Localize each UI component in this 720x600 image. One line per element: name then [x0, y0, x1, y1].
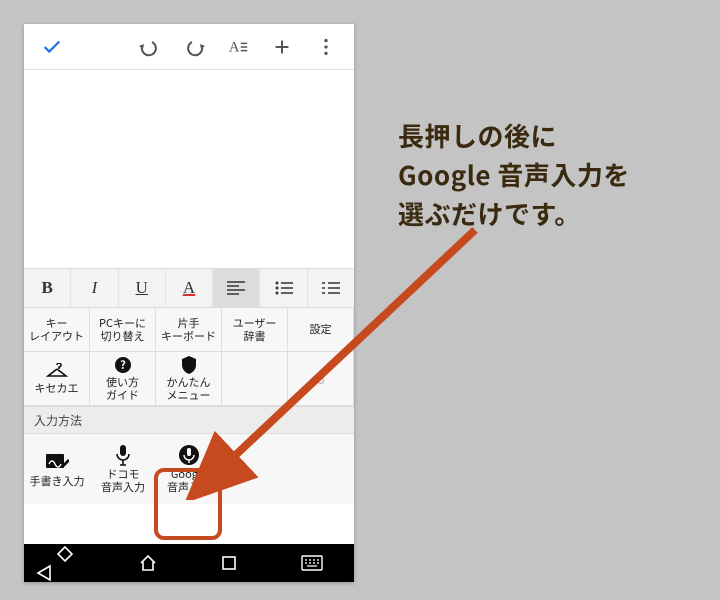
ime-panel: キー レイアウト PCキーに 切り替え 片手 キーボード ユーザー 辞書 設定 …: [24, 308, 354, 504]
text-format-button[interactable]: A: [218, 27, 258, 67]
ime-key-6[interactable]: 6: [288, 352, 354, 406]
ime-pc-key-switch[interactable]: PCキーに 切り替え: [90, 308, 156, 352]
ime-kisekae[interactable]: キセカエ: [24, 352, 90, 406]
app-bar: A: [24, 24, 354, 70]
mic-icon: [115, 444, 131, 466]
ime-key-blank-1[interactable]: [222, 352, 288, 406]
ime-section-header: 入力方法: [24, 406, 354, 434]
phone-frame: A B I U A キー レイアウト PCキーに 切り替え 片手 キーボード: [24, 24, 354, 582]
bold-button[interactable]: B: [24, 269, 71, 307]
redo-button[interactable]: [174, 27, 214, 67]
align-left-button[interactable]: [213, 269, 260, 307]
bullet-list-button[interactable]: [260, 269, 307, 307]
handwriting-icon: [45, 451, 69, 473]
ime-method-blank-2[interactable]: [288, 434, 354, 504]
ime-easy-menu[interactable]: かんたん メニュー: [156, 352, 222, 406]
nav-keyboard-button[interactable]: [301, 555, 323, 571]
ime-settings[interactable]: 設定: [288, 308, 354, 352]
mic-filled-icon: [178, 444, 200, 466]
format-toolbar: B I U A: [24, 268, 354, 308]
hanger-icon: [46, 362, 68, 380]
nav-home-button[interactable]: [138, 553, 158, 573]
overflow-menu-button[interactable]: [306, 27, 346, 67]
undo-button[interactable]: [130, 27, 170, 67]
nav-back-button[interactable]: [55, 544, 75, 582]
shield-icon: [181, 356, 197, 374]
add-button[interactable]: [262, 27, 302, 67]
document-area[interactable]: [24, 70, 354, 268]
ime-user-dict[interactable]: ユーザー 辞書: [222, 308, 288, 352]
ime-google-voice[interactable]: Google 音声入力: [156, 434, 222, 504]
ime-method-blank-1[interactable]: [222, 434, 288, 504]
ime-input-methods-row: 手書き入力 ドコモ 音声入力 Google 音声入力: [24, 434, 354, 504]
annotation-text: 長押しの後に Google 音声入力を 選ぶだけです。: [398, 116, 630, 233]
android-nav-bar: [24, 544, 354, 582]
annotation-line: 選ぶだけです。: [398, 194, 630, 233]
annotation-line: Google 音声入力を: [398, 155, 630, 194]
text-color-label: A: [183, 278, 195, 298]
svg-text:?: ?: [120, 357, 126, 373]
text-color-button[interactable]: A: [166, 269, 213, 307]
confirm-button[interactable]: [32, 27, 72, 67]
underline-button[interactable]: U: [119, 269, 166, 307]
ime-key-layout[interactable]: キー レイアウト: [24, 308, 90, 352]
svg-text:A: A: [229, 39, 240, 55]
numbered-list-button[interactable]: [308, 269, 354, 307]
nav-recent-button[interactable]: [220, 554, 238, 572]
ime-docomo-voice[interactable]: ドコモ 音声入力: [90, 434, 156, 504]
italic-button[interactable]: I: [71, 269, 118, 307]
annotation-line: 長押しの後に: [398, 116, 630, 155]
ime-handwriting[interactable]: 手書き入力: [24, 434, 90, 504]
ime-section-header-label: 入力方法: [34, 412, 82, 429]
question-icon: ?: [114, 356, 132, 374]
ime-usage-guide[interactable]: ? 使い方 ガイド: [90, 352, 156, 406]
ime-one-hand[interactable]: 片手 キーボード: [156, 308, 222, 352]
